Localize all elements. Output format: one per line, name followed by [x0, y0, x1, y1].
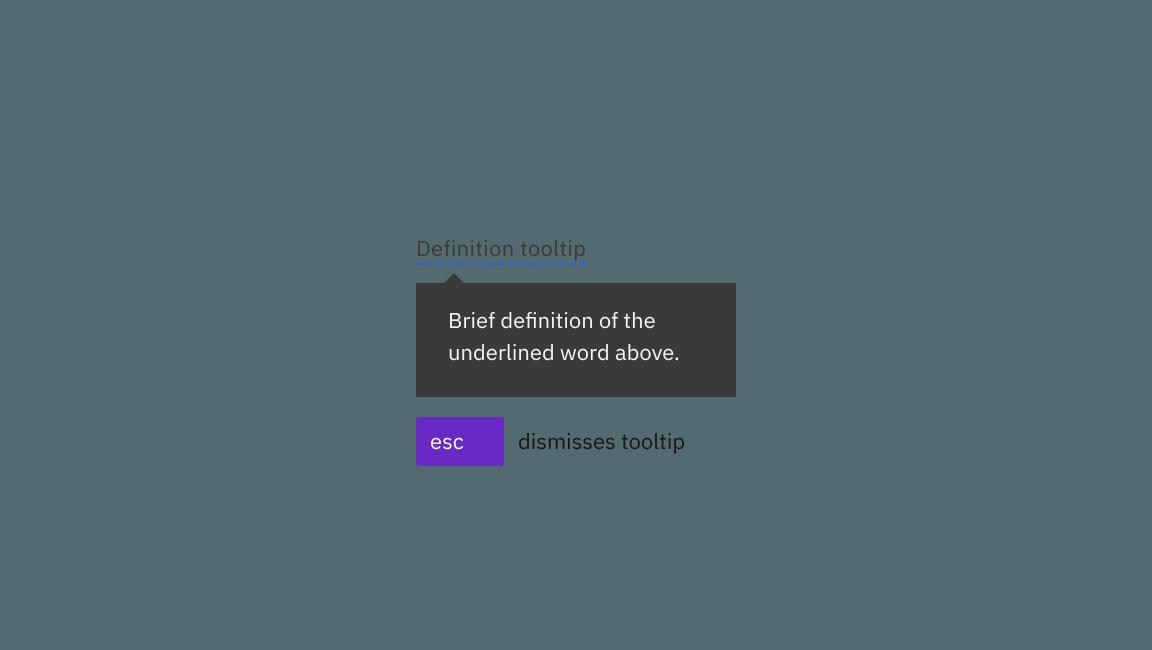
- hint-text: dismisses tooltip: [518, 427, 685, 456]
- tooltip-caret-icon: [444, 273, 464, 283]
- definition-tooltip-trigger[interactable]: Definition tooltip: [416, 236, 586, 265]
- tooltip-body: Brief definition of the underlined word …: [448, 306, 680, 367]
- definition-tooltip: Brief definition of the underlined word …: [416, 283, 736, 397]
- hint-row: esc dismisses tooltip: [416, 417, 736, 466]
- esc-key-badge: esc: [416, 417, 504, 466]
